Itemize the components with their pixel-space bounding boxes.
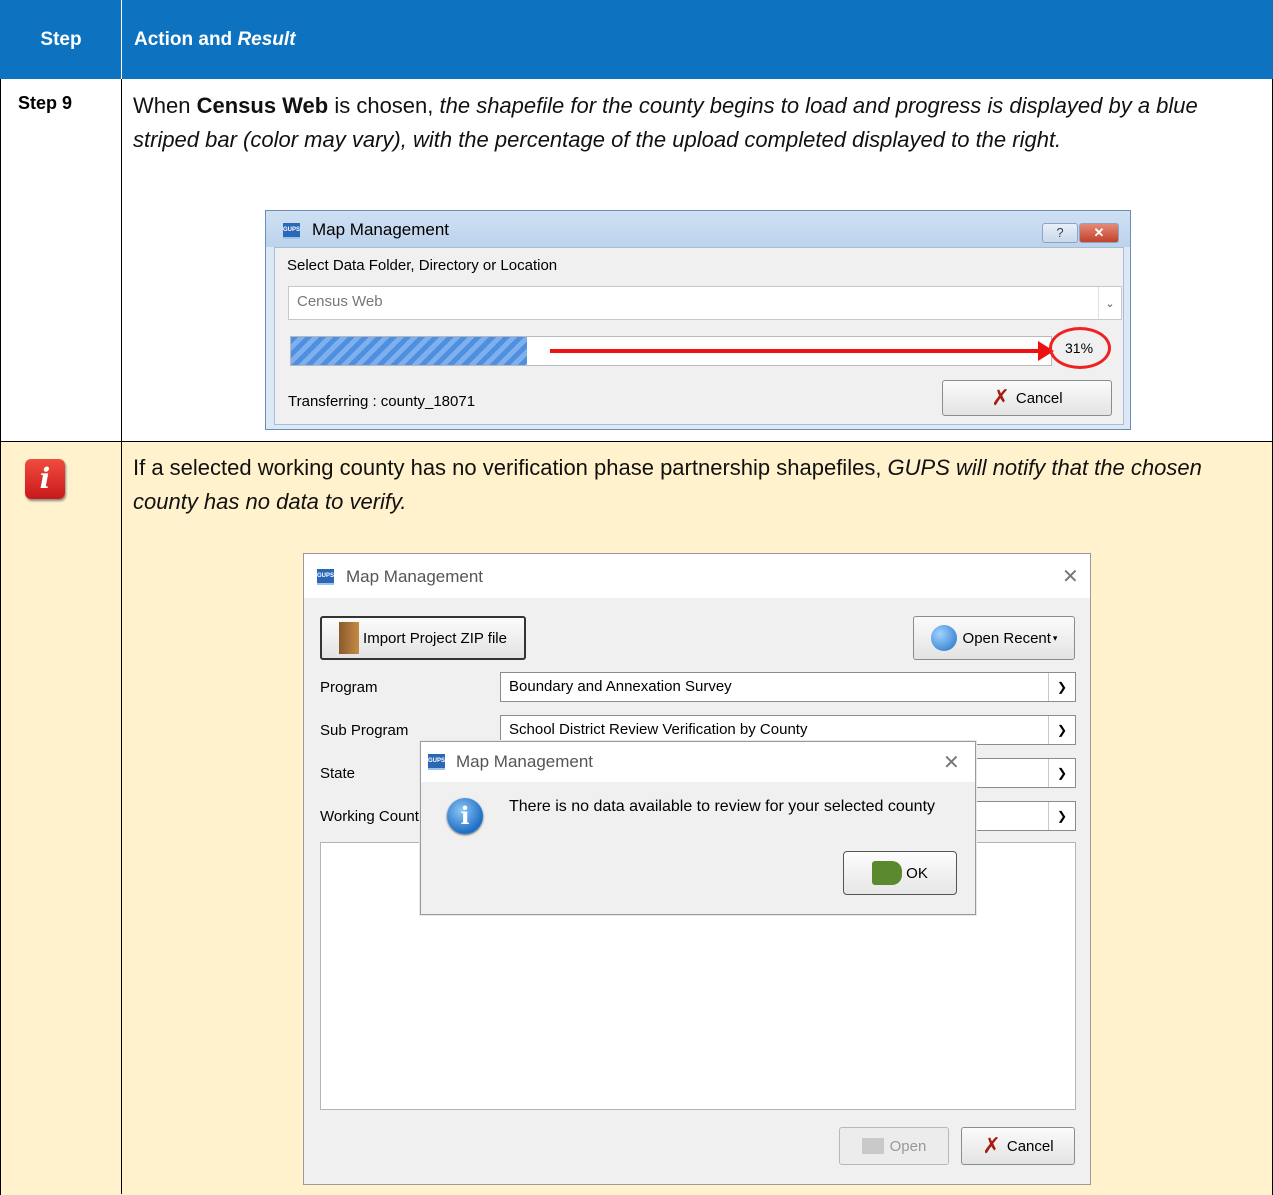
program-label: Program [320,679,378,696]
chevron-down-icon[interactable]: ❯ [1048,673,1075,701]
dialog-titlebar: GUPS Map Management ✕ [421,742,975,782]
globe-icon [930,625,957,651]
program-select[interactable]: Boundary and Annexation Survey ❯ [500,672,1076,702]
header-step: Step [40,28,82,50]
red-circle-annotation [1049,327,1111,369]
location-select[interactable]: Census Web ⌄ [288,286,1122,320]
x-cancel-icon: ✗ [991,385,1010,411]
dialog-titlebar: GUPS Map Management ✕ [304,554,1090,598]
x-cancel-icon: ✗ [982,1133,1001,1159]
zip-file-icon [339,622,360,654]
working-county-label: Working Count [320,808,419,825]
table-header: Step Action and Result [0,0,1273,79]
open-recent-button[interactable]: Open Recent ▾ [913,616,1075,660]
column-divider [121,79,122,1194]
gups-app-icon: GUPS [317,569,334,585]
header-action: Action and Result [134,28,296,50]
dialog-titlebar: GUPS Map Management ? ✕ [266,211,1130,247]
progress-fill [291,337,527,365]
dialog-title: Map Management [346,567,484,586]
header-divider [121,0,122,79]
no-data-message-dialog: GUPS Map Management ✕ i There is no data… [420,741,976,915]
info-i-icon: i [25,459,65,499]
chevron-down-icon[interactable]: ⌄ [1098,287,1121,319]
chevron-down-icon[interactable]: ❯ [1048,802,1075,830]
dialog-title: Map Management [456,752,594,771]
instruction-table: Step Action and Result Step 9 When Censu… [0,0,1273,1195]
note-text: If a selected working county has no veri… [133,455,1202,514]
gups-app-icon: GUPS [428,754,445,770]
green-arrow-icon [872,861,903,885]
folder-icon [861,1138,884,1154]
gups-app-icon: GUPS [283,223,300,239]
dialog-title: Map Management [312,220,450,239]
import-project-zip-button[interactable]: Import Project ZIP file [320,616,526,660]
chevron-down-icon[interactable]: ❯ [1048,716,1075,744]
state-label: State [320,765,356,782]
subprogram-label: Sub Program [320,722,409,739]
ok-button[interactable]: OK [843,851,957,895]
cancel-button[interactable]: ✗ Cancel [942,380,1112,416]
help-button[interactable]: ? [1042,223,1078,243]
close-button[interactable]: ✕ [1079,223,1119,243]
dialog-body: Select Data Folder, Directory or Locatio… [274,247,1124,425]
close-icon[interactable]: ✕ [1062,564,1079,589]
step-label: Step 9 [18,93,73,113]
open-button[interactable]: Open [839,1127,949,1165]
message-text: There is no data available to review for… [509,798,936,815]
location-prompt: Select Data Folder, Directory or Locatio… [287,257,558,274]
dropdown-caret-icon: ▾ [1052,632,1058,643]
close-icon[interactable]: ✕ [943,750,960,775]
red-arrow-annotation [550,341,1054,361]
transfer-status: Transferring : county_18071 [288,393,476,410]
map-management-progress-dialog: GUPS Map Management ? ✕ Select Data Fold… [265,210,1131,430]
information-icon: i [447,798,483,834]
cancel-button[interactable]: ✗ Cancel [961,1127,1075,1165]
chevron-down-icon[interactable]: ❯ [1048,759,1075,787]
step9-instructions: When Census Web is chosen, the shapefile… [133,93,1198,152]
